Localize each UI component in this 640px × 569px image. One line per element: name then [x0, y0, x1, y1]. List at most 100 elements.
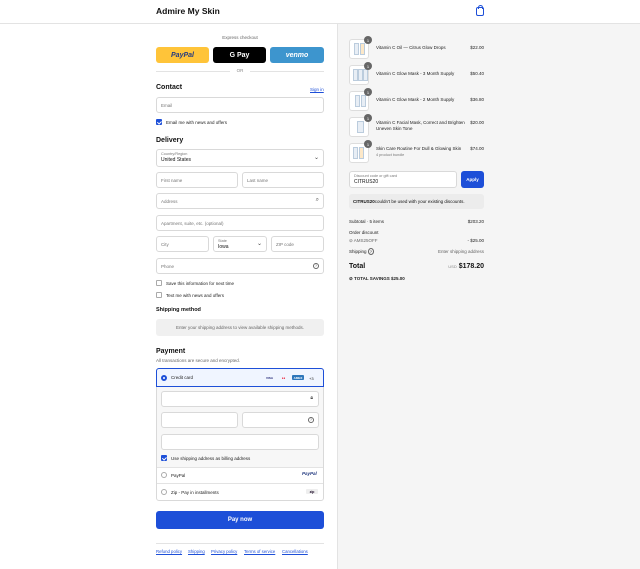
discount-code-row: ⊘ AMS25OFF - $25.00	[349, 238, 484, 244]
order-discount-label: Order discount	[349, 230, 379, 235]
express-checkout-title: Express checkout	[222, 35, 258, 40]
expiration-field[interactable]	[161, 412, 238, 428]
shipping-note: Enter your shipping address to view avai…	[156, 319, 324, 336]
divider	[157, 483, 323, 484]
quantity-badge: 1	[364, 88, 372, 96]
address-field[interactable]: Address ⌕	[156, 193, 324, 209]
refund-policy-link[interactable]: Refund policy	[156, 549, 182, 554]
country-label: Country/Region	[161, 152, 188, 156]
gpay-button[interactable]: G Pay	[213, 47, 266, 63]
quantity-badge: 1	[364, 62, 372, 70]
card-number-field[interactable]: 🔒︎	[161, 391, 319, 407]
country-select[interactable]: Country/Region United States ⌄	[156, 149, 324, 167]
zip-label: Zip - Pay in installments	[171, 490, 219, 495]
mastercard-icon: ●●	[281, 375, 286, 380]
discount-error: CITRUS20 couldn't be used with your exis…	[349, 194, 484, 209]
item-price: $50.40	[470, 71, 484, 76]
contact-title: Contact	[156, 84, 183, 91]
zip-radio[interactable]	[161, 489, 167, 495]
total-value: $178.20	[458, 263, 484, 270]
shipping-value: Enter shipping address	[437, 249, 484, 254]
discount-code-input[interactable]: Discount code or gift card CITRUS20	[349, 171, 457, 188]
item-name: Vitamin C Oil — Citrus Glow Drops	[376, 45, 446, 50]
shopping-bag-icon[interactable]	[476, 5, 484, 16]
quantity-badge: 1	[364, 36, 372, 44]
last-name-placeholder: Last name	[247, 177, 269, 183]
discount-code: AMS25OFF	[353, 238, 378, 243]
first-name-field[interactable]: First name	[156, 172, 238, 188]
billing-checkbox[interactable]	[161, 455, 167, 461]
amex-icon: AMEX	[292, 375, 304, 380]
footer-divider	[156, 543, 324, 544]
help-icon[interactable]: ?	[367, 248, 375, 255]
brand-logo[interactable]: Admire My Skin	[156, 6, 220, 16]
quantity-badge: 1	[364, 114, 372, 122]
billing-label: Use shipping address as billing address	[171, 456, 251, 461]
apartment-field[interactable]: Apartment, suite, etc. (optional)	[156, 215, 324, 231]
item-name: Vitamin C Facial Mask, Correct and Brigh…	[376, 120, 465, 131]
savings-row: ⊘ TOTAL SAVINGS $25.00	[349, 276, 484, 282]
product-thumbnail: 1	[349, 62, 372, 85]
help-icon[interactable]: ?	[313, 263, 319, 269]
item-price: $36.80	[470, 97, 484, 102]
cancellations-link[interactable]: Cancellations	[282, 549, 308, 554]
subtotal-value: $203.20	[467, 219, 484, 224]
pay-now-button[interactable]: Pay now	[156, 511, 324, 529]
item-price: $22.00	[470, 45, 484, 50]
more-cards-label: +3	[309, 376, 314, 381]
phone-field[interactable]: Phone?	[156, 258, 324, 274]
save-info-checkbox[interactable]	[156, 280, 162, 286]
product-thumbnail: 1	[349, 140, 372, 163]
shipping-label: Shipping	[349, 249, 367, 254]
order-summary-panel	[337, 24, 640, 569]
terms-link[interactable]: Terms of service	[244, 549, 275, 554]
phone-placeholder: Phone	[161, 263, 175, 269]
total-row: Total USD $178.20	[349, 263, 484, 270]
state-select[interactable]: State Iowa ⌄	[213, 236, 267, 252]
news-label: Email me with news and offers	[166, 120, 227, 125]
product-thumbnail: 1	[349, 36, 372, 59]
savings-value: $25.00	[390, 276, 405, 281]
last-name-field[interactable]: Last name	[242, 172, 324, 188]
state-value: Iowa	[218, 244, 229, 250]
text-offers-checkbox[interactable]	[156, 292, 162, 298]
news-checkbox[interactable]	[156, 119, 162, 125]
city-field[interactable]: City	[156, 236, 209, 252]
city-placeholder: City	[161, 241, 169, 247]
privacy-policy-link[interactable]: Privacy policy	[211, 549, 237, 554]
paypal-express-button[interactable]: PayPal	[156, 47, 209, 63]
paypal-radio[interactable]	[161, 472, 167, 478]
name-on-card-field[interactable]	[161, 434, 319, 450]
apartment-placeholder: Apartment, suite, etc. (optional)	[161, 220, 224, 226]
apply-button[interactable]: Apply	[461, 171, 484, 188]
discount-label: Discount code or gift card	[354, 174, 398, 178]
paypal-logo: PayPal	[302, 471, 317, 476]
chevron-down-icon: ⌄	[313, 155, 319, 161]
item-price: $74.00	[470, 146, 484, 151]
lock-icon: 🔒︎	[310, 395, 313, 401]
item-name: Vitamin C Glow Mask - 3 Month Supply	[376, 71, 455, 76]
sign-in-link[interactable]: Sign in	[310, 87, 324, 92]
venmo-button[interactable]: venmo	[270, 47, 324, 63]
search-icon: ⌕	[315, 197, 319, 203]
payment-subtitle: All transactions are secure and encrypte…	[156, 358, 241, 363]
currency-code: USD	[448, 264, 457, 269]
credit-card-radio[interactable]	[161, 375, 167, 381]
or-divider: OR	[156, 68, 324, 73]
divider	[157, 467, 323, 468]
zip-field[interactable]: ZIP code	[271, 236, 324, 252]
visa-icon: VISA	[265, 375, 273, 380]
zip-placeholder: ZIP code	[276, 241, 294, 247]
subtotal-row: Subtotal · 5 items $203.20	[349, 219, 484, 224]
savings-label: TOTAL SAVINGS	[354, 276, 390, 281]
discount-amount: - $25.00	[467, 238, 484, 243]
email-field[interactable]: Email	[156, 97, 324, 113]
credit-card-label: Credit card	[171, 375, 194, 380]
shipping-link[interactable]: Shipping	[188, 549, 205, 554]
subtotal-label: Subtotal · 5 items	[349, 219, 385, 224]
item-name: Skin Care Routine For Dull & Glowing Ski…	[376, 146, 462, 151]
discount-value: CITRUS20	[354, 179, 379, 185]
security-code-field[interactable]: ?	[242, 412, 319, 428]
help-icon[interactable]: ?	[308, 417, 314, 423]
first-name-placeholder: First name	[161, 177, 183, 183]
